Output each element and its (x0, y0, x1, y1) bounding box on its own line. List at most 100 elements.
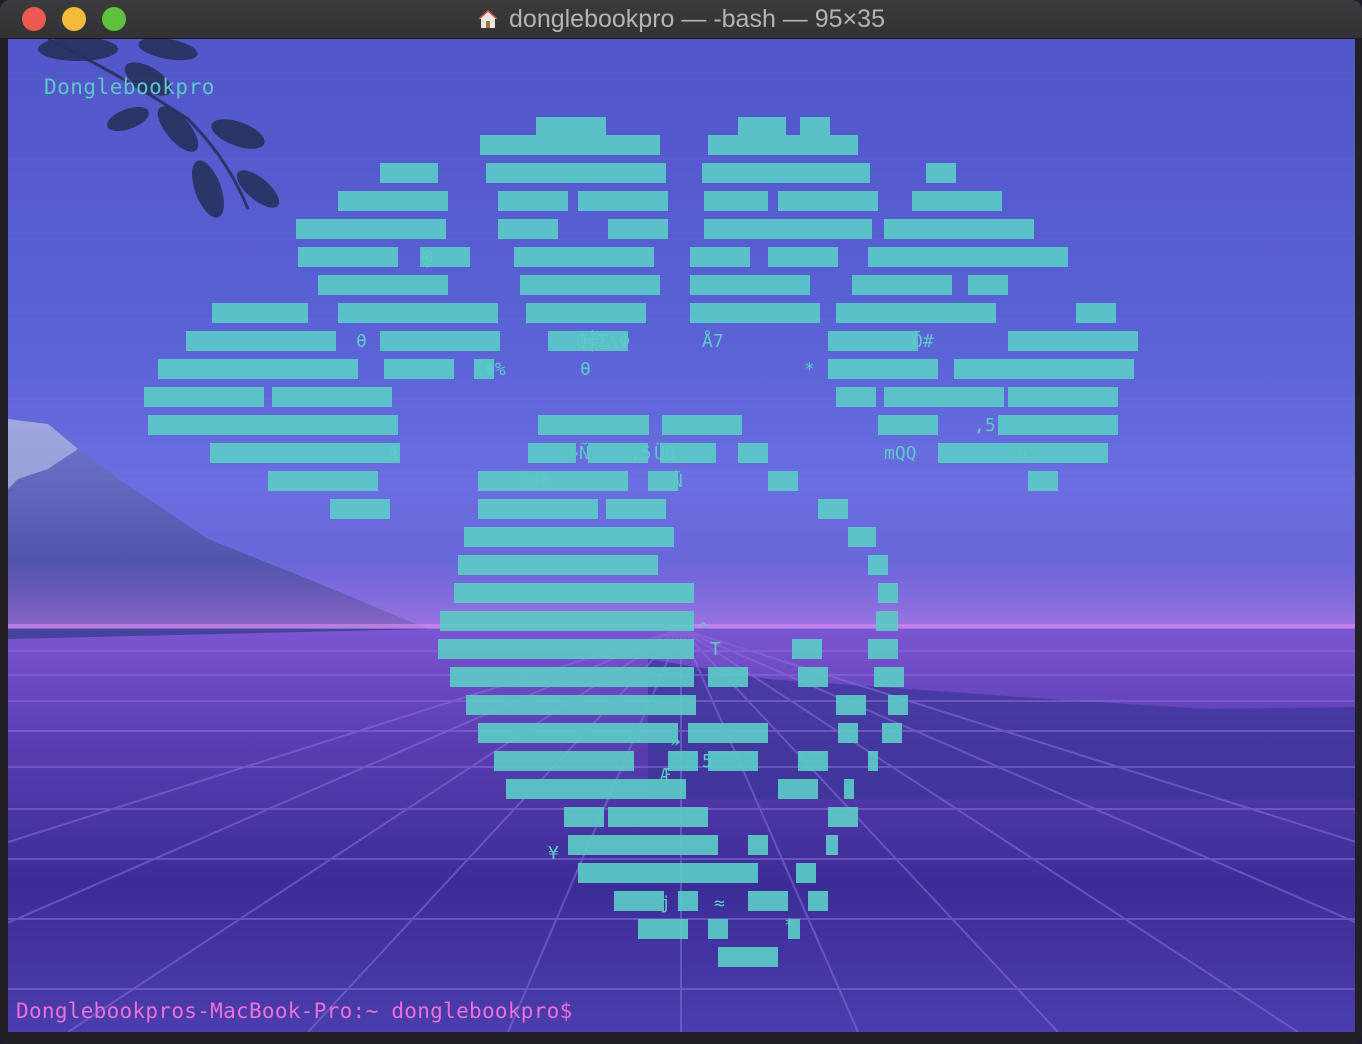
ascii-block-69 (1028, 471, 1058, 491)
ascii-block-6 (486, 163, 666, 183)
ascii-block-51 (1008, 387, 1118, 407)
ascii-block-75 (848, 527, 876, 547)
ascii-glyph-18: T (710, 639, 721, 660)
close-button[interactable] (22, 7, 46, 31)
ascii-block-13 (778, 191, 878, 211)
shell-prompt[interactable]: Donglebookpros-MacBook-Pro:~ donglebookp… (16, 997, 593, 1023)
ascii-block-79 (878, 583, 898, 603)
ascii-block-34 (690, 303, 820, 323)
ascii-block-46 (954, 359, 1134, 379)
ascii-glyph-20: Æ (660, 765, 671, 786)
ascii-glyph-8: ,5 (630, 443, 652, 464)
ascii-block-103 (844, 779, 854, 799)
ascii-block-104 (564, 807, 604, 827)
title-bar[interactable]: donglebookpro — -bash — 95×35 (0, 0, 1362, 39)
ascii-art-anarchy-logo: @Φ% θQ╪Σ\Φ Å7 Ö#*»Ñ ,5 ÜQÖ»δ ÑmQQ,5«Æθ^T»Æ5¥j ≈… (144, 117, 1138, 967)
ascii-block-18 (704, 219, 872, 239)
ascii-glyph-3: Q╪Σ\Φ (576, 330, 630, 352)
ascii-block-62 (738, 443, 768, 463)
ascii-block-19 (884, 219, 1034, 239)
ascii-block-4 (708, 135, 858, 155)
ascii-block-90 (836, 695, 866, 715)
ascii-block-94 (838, 723, 858, 743)
ascii-glyph-1: Φ% (484, 359, 506, 380)
ascii-block-101 (506, 779, 686, 799)
ascii-glyph-21: 5 (702, 751, 713, 772)
ascii-block-88 (874, 667, 904, 687)
ascii-block-93 (688, 723, 768, 743)
ascii-block-23 (690, 247, 750, 267)
ascii-block-113 (678, 891, 698, 911)
ascii-block-108 (748, 835, 768, 855)
window-title-area: donglebookpro — -bash — 95×35 (0, 0, 1362, 38)
ascii-block-2 (800, 117, 830, 137)
ascii-block-47 (144, 387, 264, 407)
ascii-glyph-14: « (1018, 443, 1029, 464)
ascii-block-109 (826, 835, 838, 855)
ascii-block-55 (662, 415, 742, 435)
ascii-glyph-13: ,5 (974, 415, 996, 436)
window-border-bottom (0, 1032, 1362, 1044)
ascii-block-11 (578, 191, 668, 211)
ascii-block-77 (868, 555, 888, 575)
minimize-button[interactable] (62, 7, 86, 31)
ascii-glyph-12: mQQ (884, 443, 917, 464)
ascii-glyph-24: ≈ (714, 893, 725, 914)
ascii-block-85 (450, 667, 694, 687)
ascii-block-83 (792, 639, 822, 659)
ascii-block-9 (338, 191, 448, 211)
ascii-glyph-17: ^ (698, 619, 709, 640)
ascii-block-31 (212, 303, 308, 323)
ascii-block-24 (768, 247, 838, 267)
ascii-block-1 (738, 117, 786, 137)
ascii-block-114 (748, 891, 788, 911)
ascii-glyph-23: j (660, 893, 671, 914)
ascii-block-45 (828, 359, 938, 379)
ascii-glyph-11: Ñ (672, 470, 683, 492)
ascii-block-82 (438, 639, 694, 659)
prompt-text: Donglebookpros-MacBook-Pro:~ donglebookp… (16, 999, 573, 1023)
ascii-glyph-10: Ö»δ (518, 470, 551, 492)
ascii-block-76 (458, 555, 658, 575)
ascii-block-112 (614, 891, 664, 911)
ascii-block-17 (608, 219, 668, 239)
ascii-block-105 (608, 807, 708, 827)
terminal-content[interactable]: Donglebookpro @ Φ% θ Q╪Σ\Φ Å7 Ö# * »Ñ ,5 ÜQ Ö»δ ÑmQ… (8, 39, 1355, 1032)
window-title: donglebookpro — -bash — 95×35 (509, 4, 885, 33)
ascii-glyph-6: * (804, 359, 815, 380)
ascii-block-29 (852, 275, 952, 295)
ascii-block-68 (768, 471, 798, 491)
ascii-glyph-5: Ö# (912, 330, 934, 352)
ascii-block-52 (148, 415, 398, 435)
ascii-block-86 (708, 667, 748, 687)
ascii-block-43 (384, 359, 454, 379)
ascii-block-30 (968, 275, 1008, 295)
ascii-glyph-15: Æ (388, 443, 399, 464)
ascii-block-32 (338, 303, 498, 323)
ascii-block-64 (268, 471, 378, 491)
ascii-glyph-2: θ (580, 359, 591, 380)
ascii-block-50 (884, 387, 1004, 407)
ascii-block-56 (878, 415, 938, 435)
zoom-button[interactable] (102, 7, 126, 31)
ascii-block-12 (704, 191, 768, 211)
ascii-block-71 (478, 499, 598, 519)
ascii-glyph-22: ¥ (548, 843, 559, 864)
text-cursor (579, 997, 593, 1021)
ascii-block-81 (876, 611, 898, 631)
ascii-block-38 (380, 331, 500, 351)
ascii-block-73 (818, 499, 848, 519)
terminal-window: donglebookpro — -bash — 95×35 Donglebook… (0, 0, 1362, 1044)
ascii-block-42 (158, 359, 358, 379)
ascii-block-27 (520, 275, 660, 295)
ascii-block-95 (882, 723, 902, 743)
ascii-block-80 (440, 611, 694, 631)
ascii-block-96 (494, 751, 634, 771)
ascii-block-3 (480, 135, 660, 155)
ascii-block-100 (868, 751, 878, 771)
ascii-block-110 (578, 863, 758, 883)
ascii-block-41 (1008, 331, 1138, 351)
ascii-block-91 (888, 695, 908, 715)
ascii-block-16 (498, 219, 558, 239)
ascii-block-97 (668, 751, 698, 771)
